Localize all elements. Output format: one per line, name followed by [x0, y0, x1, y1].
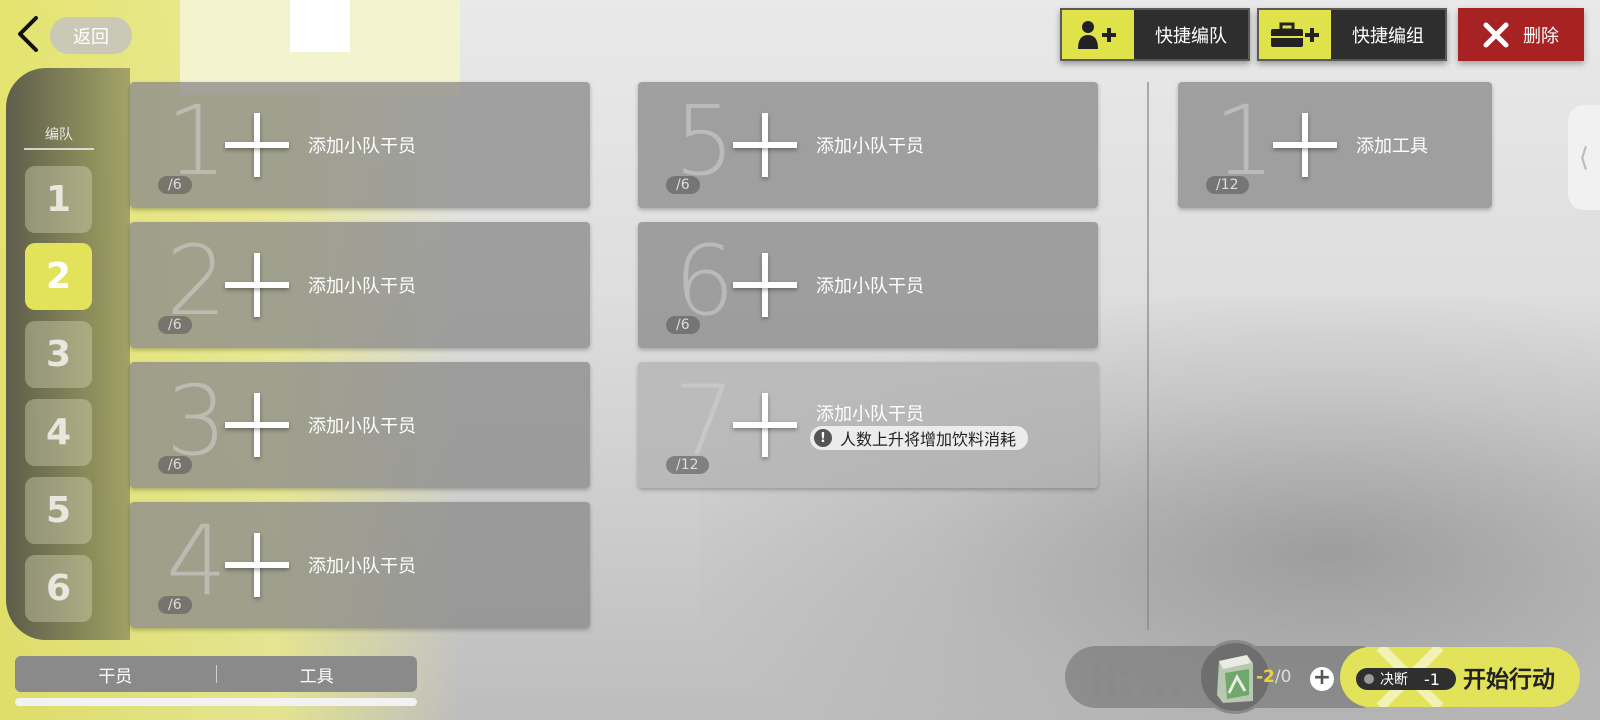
- decisive-value: -1: [1424, 669, 1440, 689]
- toolbox-add-icon: [1259, 10, 1331, 59]
- bottom-tabs: 干员 工具: [15, 656, 417, 692]
- operator-slot-5[interactable]: 5 /6 添加小队干员: [638, 82, 1098, 208]
- operator-slot-1[interactable]: 1 /6 添加小队干员: [130, 82, 590, 208]
- side-drawer-handle[interactable]: ⟨: [1568, 105, 1600, 210]
- slot-capacity: /6: [158, 596, 192, 614]
- slot-label: 添加小队干员: [816, 276, 924, 297]
- decisive-dot-icon: [1364, 674, 1374, 684]
- operator-slot-3[interactable]: 3 /6 添加小队干员: [130, 362, 590, 488]
- quick-team-label: 快捷编队: [1134, 10, 1248, 59]
- slot-capacity: /6: [666, 316, 700, 334]
- slot-capacity: /6: [666, 176, 700, 194]
- tab-tools[interactable]: 工具: [217, 662, 418, 687]
- slot-label: 添加小队干员: [816, 136, 924, 157]
- squad-tab-4[interactable]: 4: [25, 399, 92, 466]
- slot-label: 添加工具: [1356, 136, 1428, 157]
- warning-text: 人数上升将增加饮料消耗: [840, 430, 1017, 449]
- drink-consumption-warning: ! 人数上升将增加饮料消耗: [810, 426, 1029, 450]
- slot-label: 添加小队干员: [308, 276, 416, 297]
- slot-capacity: /12: [1206, 176, 1249, 194]
- decisive-label: 决断: [1380, 672, 1408, 688]
- team-members-icon: [1092, 660, 1130, 696]
- quick-group-label: 快捷编组: [1331, 10, 1445, 59]
- plus-icon: [225, 253, 289, 317]
- back-arrow-icon[interactable]: [14, 14, 44, 54]
- delete-label: 删除: [1523, 25, 1559, 47]
- operator-slot-4[interactable]: 4 /6 添加小队干员: [130, 502, 590, 628]
- slot-capacity: /12: [666, 456, 709, 474]
- plus-icon: [225, 533, 289, 597]
- plus-icon: [225, 393, 289, 457]
- quick-group-button[interactable]: 快捷编组: [1257, 8, 1447, 61]
- drink-value: -2: [1256, 667, 1275, 687]
- tool-slot-1[interactable]: 1 /12 添加工具: [1178, 82, 1492, 208]
- quick-team-button[interactable]: 快捷编队: [1060, 8, 1250, 61]
- operator-slot-7[interactable]: 7 /12 添加小队干员 ! 人数上升将增加饮料消耗: [638, 362, 1098, 488]
- slot-capacity: /6: [158, 176, 192, 194]
- back-button[interactable]: 返回: [50, 17, 132, 54]
- slot-label: 添加小队干员: [308, 416, 416, 437]
- scroll-bar[interactable]: [15, 698, 417, 706]
- plus-icon: [733, 253, 797, 317]
- column-divider: [1147, 82, 1149, 630]
- chevron-left-icon: ⟨: [1578, 142, 1590, 173]
- operator-slot-2[interactable]: 2 /6 添加小队干员: [130, 222, 590, 348]
- drink-resource-count: -2/0: [1256, 667, 1291, 687]
- squad-panel-title: 编队: [24, 124, 94, 150]
- add-drink-button[interactable]: +: [1310, 667, 1334, 691]
- close-icon: [1483, 22, 1509, 47]
- squad-tab-1[interactable]: 1: [25, 166, 92, 233]
- delete-button[interactable]: 删除: [1458, 8, 1584, 61]
- plus-icon: [733, 113, 797, 177]
- squad-tab-2[interactable]: 2: [25, 243, 92, 310]
- start-action-label: 开始行动: [1463, 667, 1555, 693]
- exclamation-icon: !: [814, 429, 832, 447]
- plus-icon: [733, 393, 797, 457]
- slot-label: 添加小队干员: [308, 136, 416, 157]
- squad-tab-3[interactable]: 3: [25, 321, 92, 388]
- background-white-block: [290, 0, 350, 52]
- decisive-cost-badge: 决断 -1: [1356, 668, 1456, 690]
- plus-icon: [225, 113, 289, 177]
- drink-max: /0: [1274, 667, 1292, 687]
- add-user-icon: [1062, 10, 1134, 59]
- tab-operators[interactable]: 干员: [15, 662, 216, 687]
- plus-icon: [1273, 113, 1337, 177]
- operator-slot-6[interactable]: 6 /6 添加小队干员: [638, 222, 1098, 348]
- team-members-icon: [1142, 660, 1180, 696]
- squad-tab-6[interactable]: 6: [25, 555, 92, 622]
- slot-capacity: /6: [158, 456, 192, 474]
- squad-tab-5[interactable]: 5: [25, 477, 92, 544]
- slot-capacity: /6: [158, 316, 192, 334]
- slot-label: 添加小队干员: [816, 404, 924, 425]
- slot-label: 添加小队干员: [308, 556, 416, 577]
